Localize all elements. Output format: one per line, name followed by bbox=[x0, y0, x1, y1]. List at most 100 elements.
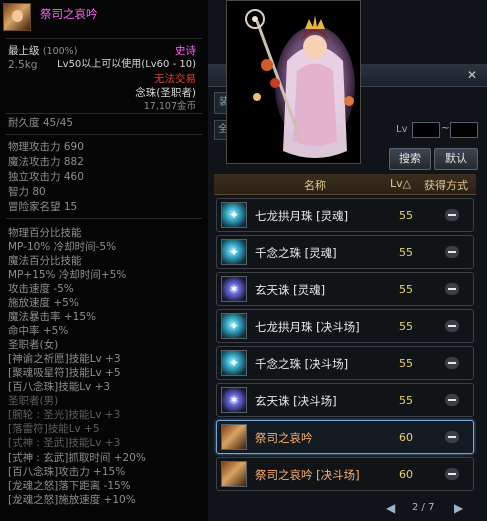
option-line: 攻击速度 -5% bbox=[8, 283, 74, 295]
search-button[interactable]: 搜索 bbox=[389, 148, 431, 170]
option-line: 魔法百分比技能 bbox=[8, 255, 82, 267]
list-item[interactable]: 祭司之哀吟 60 bbox=[216, 420, 474, 454]
stat-line: 魔法攻击力 882 bbox=[8, 156, 84, 168]
extra-line: [龙魂之怒]施放速度 +10% bbox=[8, 494, 136, 506]
acquisition-toggle-icon[interactable] bbox=[445, 468, 459, 480]
class-female-label: 圣职者(女) bbox=[8, 339, 59, 351]
item-name: 祭司之哀吟 [决斗场] bbox=[255, 468, 360, 482]
item-type: 念珠(圣职者) bbox=[135, 87, 196, 99]
divider bbox=[6, 113, 202, 114]
priestess-icon bbox=[221, 424, 247, 450]
divider bbox=[6, 134, 202, 135]
prev-page-icon[interactable]: ◀ bbox=[386, 501, 395, 515]
list-item[interactable]: 祭司之哀吟 [决斗场] 60 bbox=[216, 457, 474, 491]
list-item[interactable]: ✶ 玄天诛 [灵魂] 55 bbox=[216, 272, 474, 306]
male-skill-line: [腕轮 : 圣光]技能Lv +3 bbox=[8, 409, 121, 421]
item-tooltip: 祭司之哀吟 最上级 (100%) 史诗 2.5kg Lv50以上可以使用(Lv6… bbox=[0, 0, 209, 521]
option-line: 施放速度 +5% bbox=[8, 297, 79, 309]
option-line: MP+15% 冷却时间+5% bbox=[8, 269, 127, 281]
price: 17,107金币 bbox=[143, 101, 196, 112]
xuantian-icon: ✶ bbox=[221, 276, 247, 302]
item-level: 55 bbox=[399, 283, 413, 296]
item-level: 60 bbox=[399, 431, 413, 444]
item-name: 祭司之哀吟 bbox=[255, 431, 313, 445]
male-skill-line: [落雷符]技能Lv +5 bbox=[8, 423, 100, 435]
tooltip-header: 祭司之哀吟 bbox=[0, 0, 208, 38]
option-line: 命中率 +5% bbox=[8, 325, 69, 337]
table-header: 名称 Lv△ 获得方式 bbox=[214, 174, 476, 195]
item-name: 玄天诛 [决斗场] bbox=[255, 394, 337, 408]
stat-line: 物理攻击力 690 bbox=[8, 141, 84, 153]
column-acquisition[interactable]: 获得方式 bbox=[424, 177, 468, 193]
item-name: 七龙拱月珠 [决斗场] bbox=[255, 320, 360, 334]
grade: 最上级 bbox=[8, 45, 40, 57]
option-line: MP-10% 冷却时间-5% bbox=[8, 241, 117, 253]
list-item[interactable]: ✦ 七龙拱月珠 [决斗场] 55 bbox=[216, 309, 474, 343]
icon-glyph: ✶ bbox=[228, 393, 240, 407]
item-level: 55 bbox=[399, 394, 413, 407]
class-male-label: 圣职者(男) bbox=[8, 395, 59, 407]
xuantian-icon: ✶ bbox=[221, 387, 247, 413]
list-item[interactable]: ✶ 玄天诛 [决斗场] 55 bbox=[216, 383, 474, 417]
item-level: 60 bbox=[399, 468, 413, 481]
type-row: 念珠(圣职者) bbox=[8, 86, 202, 100]
level-requirement: Lv50以上可以使用(Lv60 - 10) bbox=[57, 59, 196, 70]
acquisition-toggle-icon[interactable] bbox=[445, 320, 459, 332]
acquisition-toggle-icon[interactable] bbox=[445, 357, 459, 369]
option-line: 物理百分比技能 bbox=[8, 227, 82, 239]
item-level: 55 bbox=[399, 209, 413, 222]
grade-percent: (100%) bbox=[42, 46, 78, 57]
item-level: 55 bbox=[399, 357, 413, 370]
weight: 2.5kg bbox=[8, 59, 38, 71]
item-icon bbox=[3, 3, 31, 31]
acquisition-toggle-icon[interactable] bbox=[445, 431, 459, 443]
list-item[interactable]: ✦ 千念之珠 [灵魂] 55 bbox=[216, 235, 474, 269]
item-name: 七龙拱月珠 [灵魂] bbox=[255, 209, 349, 223]
item-name: 千念之珠 [决斗场] bbox=[255, 357, 349, 371]
column-level-sort[interactable]: Lv△ bbox=[390, 177, 411, 190]
item-level: 55 bbox=[399, 246, 413, 259]
trade-row: 无法交易 bbox=[8, 72, 202, 86]
female-skill-line: [聚魂吸星符]技能Lv +5 bbox=[8, 367, 121, 379]
weight-row: 2.5kg Lv50以上可以使用(Lv60 - 10) bbox=[8, 58, 202, 72]
next-page-icon[interactable]: ▶ bbox=[454, 501, 463, 515]
acquisition-toggle-icon[interactable] bbox=[445, 209, 459, 221]
soul-bead-icon: ✦ bbox=[221, 202, 247, 228]
default-button[interactable]: 默认 bbox=[434, 148, 478, 170]
item-name: 千念之珠 [灵魂] bbox=[255, 246, 337, 260]
rarity: 史诗 bbox=[175, 45, 196, 57]
stat-line: 冒险家名望 15 bbox=[8, 201, 78, 213]
pagination: ◀ 2 / 7 ▶ bbox=[386, 500, 466, 516]
soul-bead-icon: ✦ bbox=[221, 350, 247, 376]
level-min-input[interactable] bbox=[412, 122, 440, 138]
acquisition-toggle-icon[interactable] bbox=[445, 246, 459, 258]
extra-line: [式神 : 玄武]抓取时间 +20% bbox=[8, 452, 146, 464]
list-item[interactable]: ✦ 七龙拱月珠 [灵魂] 55 bbox=[216, 198, 474, 232]
extra-line: [百八念珠]攻击力 +15% bbox=[8, 466, 126, 478]
column-name[interactable]: 名称 bbox=[304, 177, 326, 193]
price-row: 17,107金币 bbox=[8, 100, 202, 114]
character-portrait bbox=[226, 0, 361, 164]
acquisition-toggle-icon[interactable] bbox=[445, 283, 459, 295]
item-level: 55 bbox=[399, 320, 413, 333]
item-name: 玄天诛 [灵魂] bbox=[255, 283, 326, 297]
icon-glyph: ✦ bbox=[228, 319, 240, 333]
icon-glyph: ✦ bbox=[228, 208, 240, 222]
female-skill-line: [百八念珠]技能Lv +3 bbox=[8, 381, 111, 393]
durability: 耐久度 45/45 bbox=[8, 117, 74, 129]
level-label: Lv bbox=[396, 124, 408, 135]
page-indicator: 2 / 7 bbox=[412, 502, 435, 513]
priestess-icon bbox=[221, 461, 247, 487]
close-icon[interactable]: ✕ bbox=[465, 68, 479, 82]
list-item[interactable]: ✦ 千念之珠 [决斗场] 55 bbox=[216, 346, 474, 380]
divider bbox=[6, 218, 202, 219]
icon-glyph: ✦ bbox=[228, 356, 240, 370]
acquisition-toggle-icon[interactable] bbox=[445, 394, 459, 406]
item-name: 祭司之哀吟 bbox=[40, 7, 98, 21]
level-max-input[interactable] bbox=[450, 122, 478, 138]
extra-line: [龙魂之怒]落下距离 -15% bbox=[8, 480, 131, 492]
soul-bead-icon: ✦ bbox=[221, 313, 247, 339]
grade-row: 最上级 (100%) 史诗 bbox=[8, 44, 202, 58]
icon-glyph: ✦ bbox=[228, 245, 240, 259]
female-skill-line: [神谕之祈愿]技能Lv +3 bbox=[8, 353, 121, 365]
